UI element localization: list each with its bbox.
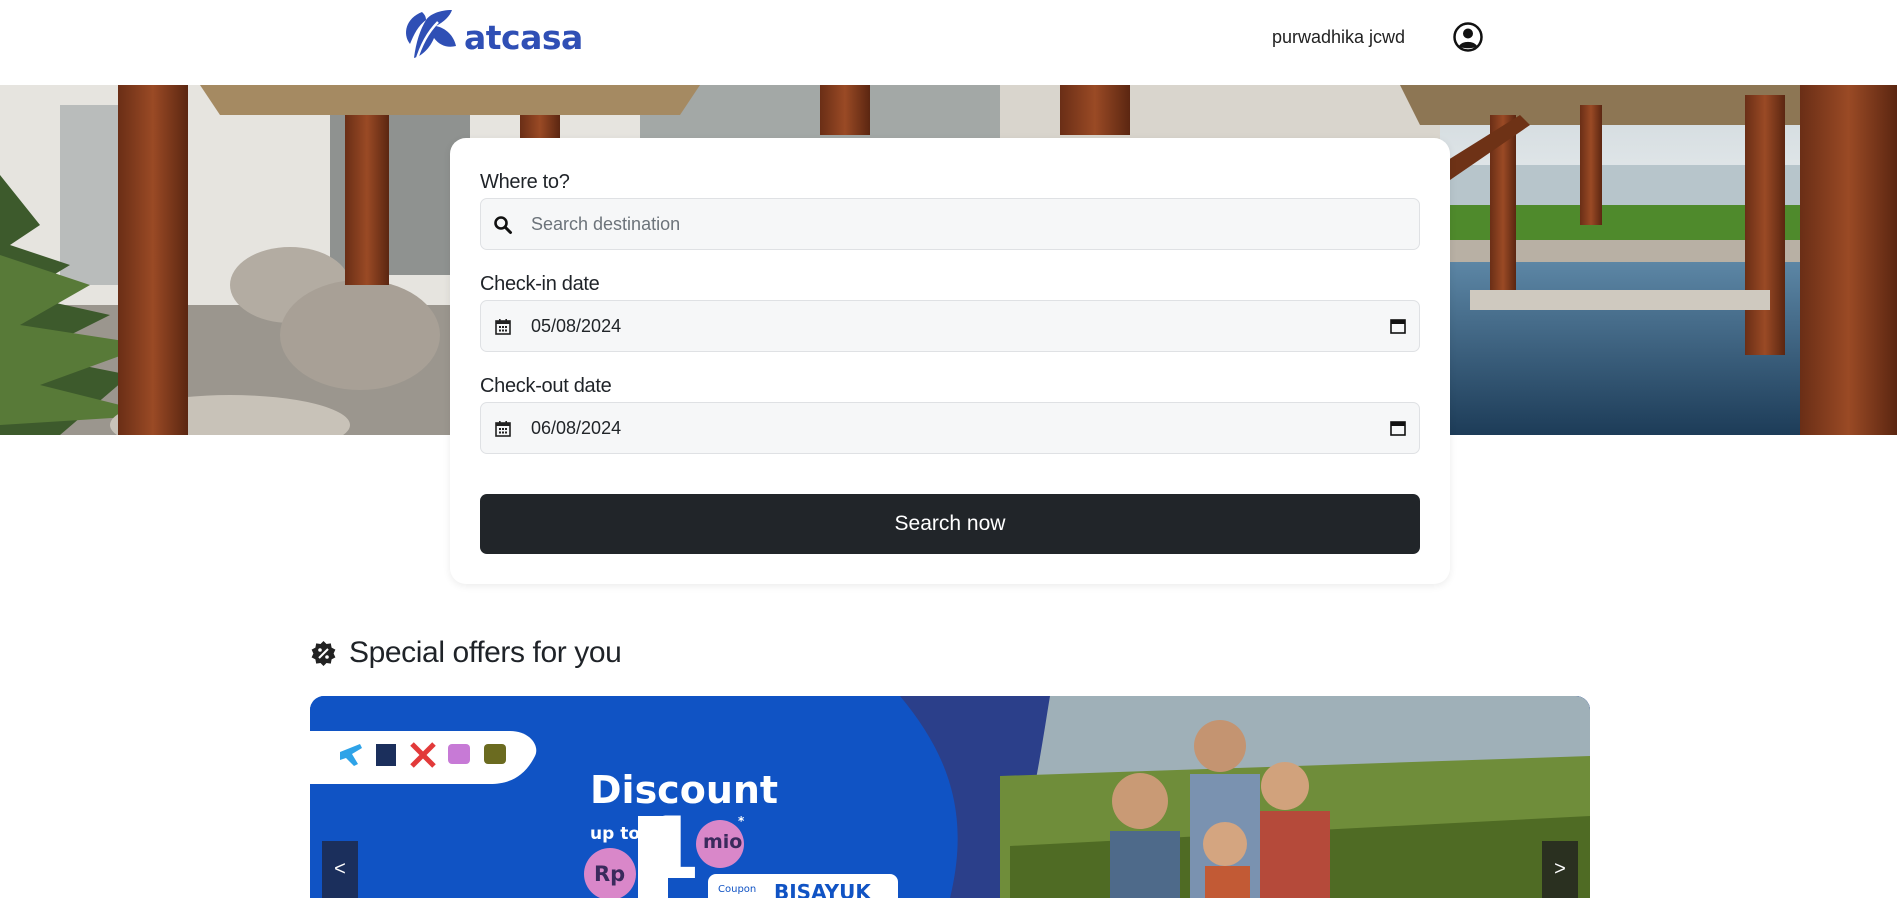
checkout-date-value: 06/08/2024 bbox=[531, 418, 622, 438]
search-card: Where to? Search destination Check-in da… bbox=[450, 138, 1450, 584]
carousel-prev-button[interactable]: < bbox=[322, 841, 358, 898]
date-picker-icon[interactable] bbox=[1389, 317, 1407, 335]
banner-amount: 1 bbox=[641, 799, 701, 898]
calendar-icon bbox=[495, 421, 511, 437]
carousel-next-button[interactable]: > bbox=[1542, 841, 1578, 898]
banner-unit: mio bbox=[703, 831, 743, 853]
destination-label: Where to? bbox=[480, 171, 570, 193]
checkin-label: Check-in date bbox=[480, 273, 600, 295]
special-offers-heading: Special offers for you bbox=[310, 636, 622, 670]
search-icon bbox=[494, 216, 512, 234]
calendar-icon bbox=[495, 319, 511, 335]
special-offers-title: Special offers for you bbox=[349, 636, 622, 669]
user-name[interactable]: purwadhika jcwd bbox=[1272, 27, 1405, 48]
banner-coupon-label: Coupon bbox=[718, 884, 757, 895]
offer-banner-carousel[interactable]: Discount up to 1 mio * Rp Coupon BISAYUK… bbox=[310, 696, 1590, 898]
brand-logo[interactable]: atcasa bbox=[400, 8, 583, 66]
checkin-date-input[interactable]: 05/08/2024 bbox=[480, 300, 1420, 352]
checkout-label: Check-out date bbox=[480, 375, 612, 397]
checkin-date-value: 05/08/2024 bbox=[531, 316, 622, 336]
top-navbar: atcasa purwadhika jcwd bbox=[0, 0, 1897, 85]
banner-up-to: up to bbox=[590, 824, 640, 844]
palm-leaf-logo-icon bbox=[406, 10, 456, 63]
banner-asterisk: * bbox=[738, 814, 745, 828]
destination-input[interactable]: Search destination bbox=[480, 198, 1420, 250]
search-now-button[interactable]: Search now bbox=[480, 494, 1420, 554]
destination-placeholder: Search destination bbox=[531, 214, 681, 234]
brand-name: atcasa bbox=[464, 17, 583, 57]
banner-currency: Rp bbox=[594, 862, 626, 886]
banner-coupon-code: BISAYUK bbox=[774, 880, 871, 898]
user-circle-icon[interactable] bbox=[1453, 22, 1483, 52]
discount-badge-icon bbox=[311, 640, 336, 666]
checkout-date-input[interactable]: 06/08/2024 bbox=[480, 402, 1420, 454]
date-picker-icon[interactable] bbox=[1389, 419, 1407, 437]
offer-banner-image bbox=[310, 696, 1590, 898]
